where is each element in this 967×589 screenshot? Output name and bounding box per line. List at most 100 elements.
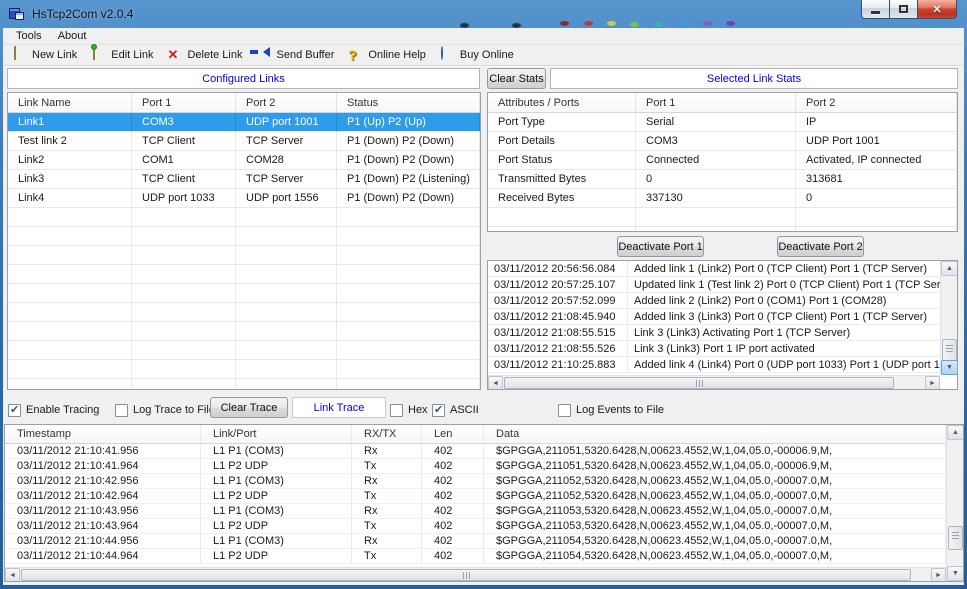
event-log-entry[interactable]: 03/11/2012 21:08:55.515Link 3 (Link3) Ac…: [488, 325, 940, 341]
deactivate-port1-button[interactable]: Deactivate Port 1: [617, 236, 704, 257]
event-log-entry[interactable]: 03/11/2012 21:08:55.526Link 3 (Link3) Po…: [488, 341, 940, 357]
maximize-button[interactable]: [890, 0, 917, 19]
cell: COM1: [132, 151, 236, 169]
log-trace-to-file-checkbox[interactable]: Log Trace to File: [115, 403, 215, 417]
stats-row: Port TypeSerialIP: [488, 113, 957, 132]
scroll-right-icon[interactable]: ►: [925, 376, 940, 390]
hex-checkbox[interactable]: Hex: [390, 403, 428, 417]
menu-item-tools[interactable]: Tools: [9, 29, 49, 43]
edit-link-button[interactable]: Edit Link: [86, 45, 158, 65]
cell: 337130: [636, 189, 796, 207]
minimize-button[interactable]: [861, 0, 890, 19]
stats-column-header[interactable]: Port 2: [796, 93, 957, 112]
checkbox-icon: [115, 404, 128, 417]
scroll-down-icon[interactable]: ▼: [947, 566, 964, 581]
new-link-button[interactable]: New Link: [7, 45, 82, 65]
link-row[interactable]: Link3TCP ClientTCP ServerP1 (Down) P2 (L…: [8, 170, 480, 189]
cell: COM3: [132, 113, 236, 131]
links-table-header[interactable]: Link NamePort 1Port 2Status: [8, 93, 480, 113]
trace-vscrollbar[interactable]: ▲ ▼: [946, 425, 963, 581]
trace-hscrollbar[interactable]: ◄ ►: [5, 567, 946, 581]
links-column-header[interactable]: Link Name: [8, 93, 132, 112]
client-area: ToolsAbout New Link Edit Link ✕ Delete L…: [3, 28, 964, 585]
link-row[interactable]: Link4UDP port 1033UDP port 1556P1 (Down)…: [8, 189, 480, 208]
event-log-vscrollbar[interactable]: ▲ ▼: [940, 261, 957, 375]
links-table-body: Link1COM3UDP port 1001P1 (Up) P2 (Up)Tes…: [8, 113, 480, 390]
cell: P1 (Down) P2 (Listening): [337, 170, 480, 188]
scroll-down-icon[interactable]: ▼: [941, 360, 958, 375]
delete-link-button[interactable]: ✕ Delete Link: [162, 45, 247, 65]
cell: COM3: [636, 132, 796, 150]
scroll-left-icon[interactable]: ◄: [5, 568, 20, 582]
close-button[interactable]: ✕: [917, 0, 957, 19]
event-log-entry[interactable]: 03/11/2012 20:56:56.084Added link 1 (Lin…: [488, 261, 940, 277]
clear-stats-button[interactable]: Clear Stats: [487, 68, 546, 89]
cell: [337, 284, 480, 302]
menu-item-about[interactable]: About: [51, 29, 94, 43]
trace-column-header[interactable]: Data: [484, 425, 946, 443]
send-buffer-button[interactable]: Send Buffer: [252, 45, 340, 65]
checkbox-icon: [390, 404, 403, 417]
trace-row[interactable]: 03/11/2012 21:10:44.956L1 P1 (COM3)Rx402…: [5, 534, 946, 549]
enable-tracing-checkbox[interactable]: Enable Tracing: [8, 403, 99, 417]
trace-hscroll-thumb[interactable]: [21, 569, 911, 581]
event-log-hscroll-thumb[interactable]: [504, 377, 894, 389]
link-row[interactable]: Link1COM3UDP port 1001P1 (Up) P2 (Up): [8, 113, 480, 132]
maximize-icon: [899, 5, 908, 13]
trace-row[interactable]: 03/11/2012 21:10:43.964L1 P2 UDPTx402$GP…: [5, 519, 946, 534]
link-row[interactable]: Link2COM1COM28P1 (Down) P2 (Down): [8, 151, 480, 170]
cell: [132, 208, 236, 226]
cell: [8, 360, 132, 378]
trace-table-header[interactable]: TimestampLink/PortRX/TXLenData: [5, 425, 946, 444]
scroll-up-icon[interactable]: ▲: [941, 261, 958, 276]
stats-table-header[interactable]: Attributes / PortsPort 1Port 2: [488, 93, 957, 113]
event-timestamp: 03/11/2012 21:08:55.526: [488, 341, 628, 356]
scroll-left-icon[interactable]: ◄: [488, 376, 503, 390]
link-row[interactable]: Test link 2TCP ClientTCP ServerP1 (Down)…: [8, 132, 480, 151]
trace-row[interactable]: 03/11/2012 21:10:43.956L1 P1 (COM3)Rx402…: [5, 504, 946, 519]
cell: L1 P1 (COM3): [201, 534, 352, 548]
cell: UDP port 1033: [132, 189, 236, 207]
links-column-header[interactable]: Port 1: [132, 93, 236, 112]
cell: 0: [796, 189, 957, 207]
scroll-right-icon[interactable]: ►: [931, 568, 946, 582]
cell: [236, 360, 337, 378]
event-log-hscrollbar[interactable]: ◄ ►: [488, 375, 940, 389]
log-events-to-file-checkbox[interactable]: Log Events to File: [558, 403, 664, 417]
links-column-header[interactable]: Status: [337, 93, 480, 112]
cell: [337, 379, 480, 390]
event-message: Updated link 1 (Test link 2) Port 0 (TCP…: [628, 277, 940, 292]
event-log-entry[interactable]: 03/11/2012 21:08:45.940Added link 3 (Lin…: [488, 309, 940, 325]
trace-column-header[interactable]: Len: [422, 425, 484, 443]
trace-row[interactable]: 03/11/2012 21:10:41.956L1 P1 (COM3)Rx402…: [5, 444, 946, 459]
buy-online-button[interactable]: Buy Online: [435, 45, 519, 65]
cell: [236, 284, 337, 302]
trace-row[interactable]: 03/11/2012 21:10:42.956L1 P1 (COM3)Rx402…: [5, 474, 946, 489]
title-bar[interactable]: HsTcp2Com v2.0.4 ✕: [0, 0, 967, 28]
ascii-checkbox[interactable]: ASCII: [432, 403, 479, 417]
stats-column-header[interactable]: Attributes / Ports: [488, 93, 636, 112]
cell: Rx: [352, 534, 422, 548]
deactivate-port2-button[interactable]: Deactivate Port 2: [777, 236, 864, 257]
checkbox-icon: [558, 404, 571, 417]
online-help-button[interactable]: ? Online Help: [343, 45, 430, 65]
scroll-up-icon[interactable]: ▲: [947, 425, 964, 440]
event-log-entry[interactable]: 03/11/2012 20:57:25.107Updated link 1 (T…: [488, 277, 940, 293]
cell: 03/11/2012 21:10:44.964: [5, 549, 201, 563]
cell: [236, 227, 337, 245]
event-log-entry[interactable]: 03/11/2012 21:10:25.883Added link 4 (Lin…: [488, 357, 940, 373]
trace-vscroll-thumb[interactable]: [948, 526, 963, 550]
trace-column-header[interactable]: Timestamp: [5, 425, 201, 443]
trace-column-header[interactable]: Link/Port: [201, 425, 352, 443]
cell: 03/11/2012 21:10:43.964: [5, 519, 201, 533]
links-column-header[interactable]: Port 2: [236, 93, 337, 112]
trace-row[interactable]: 03/11/2012 21:10:41.964L1 P2 UDPTx402$GP…: [5, 459, 946, 474]
trace-row[interactable]: 03/11/2012 21:10:44.964L1 P2 UDPTx402$GP…: [5, 549, 946, 564]
trace-column-header[interactable]: RX/TX: [352, 425, 422, 443]
selected-link-stats-header: Selected Link Stats: [550, 68, 958, 89]
empty-row: [8, 360, 480, 379]
stats-column-header[interactable]: Port 1: [636, 93, 796, 112]
clear-trace-button[interactable]: Clear Trace: [210, 397, 288, 418]
event-log-entry[interactable]: 03/11/2012 20:57:52.099Added link 2 (Lin…: [488, 293, 940, 309]
trace-row[interactable]: 03/11/2012 21:10:42.964L1 P2 UDPTx402$GP…: [5, 489, 946, 504]
